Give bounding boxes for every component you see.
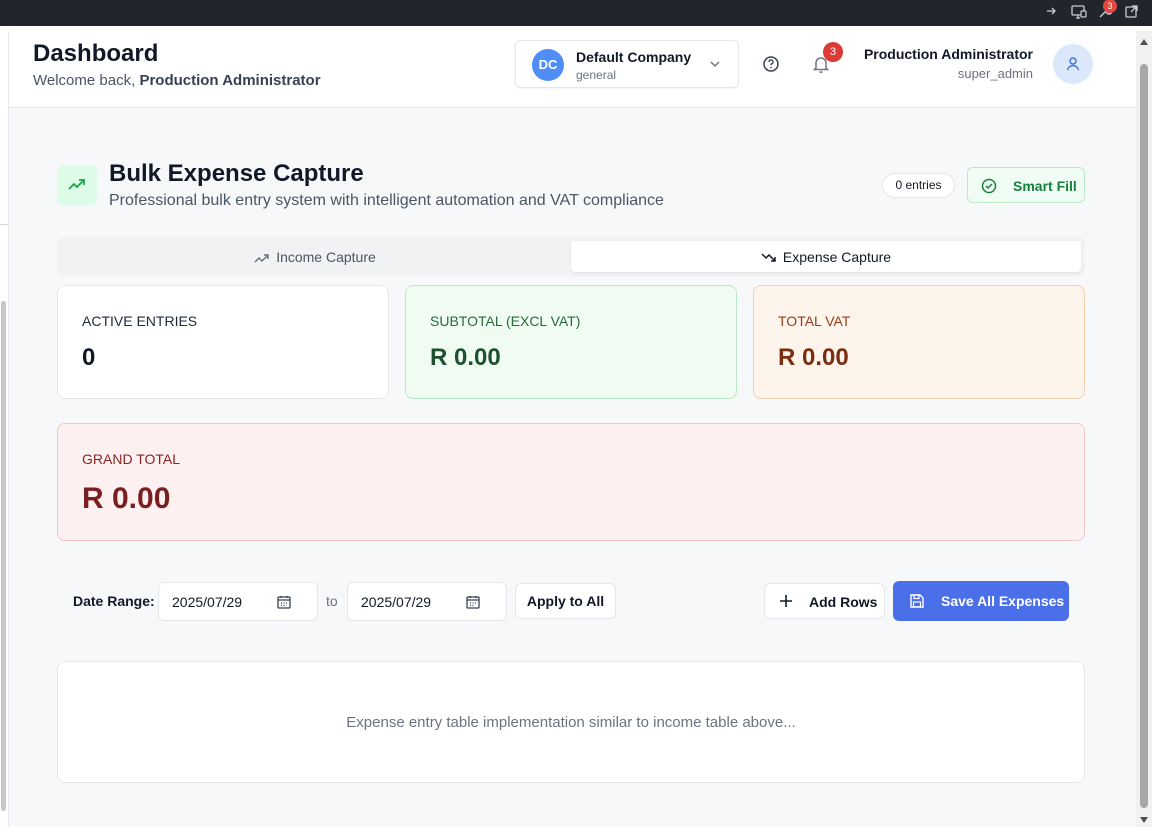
section-icon-box <box>57 165 97 205</box>
section-subtitle: Professional bulk entry system with inte… <box>109 192 664 209</box>
date-from-value: 2025/07/29 <box>172 594 243 610</box>
trending-down-icon <box>761 253 776 262</box>
date-range-label: Date Range: <box>73 593 155 609</box>
external-link-icon[interactable] <box>1123 5 1139 21</box>
calendar-icon[interactable] <box>277 595 291 609</box>
arrow-right-icon[interactable] <box>1043 5 1059 21</box>
smart-fill-label: Smart Fill <box>1013 178 1077 194</box>
sidebar-scrollbar[interactable] <box>1 301 6 811</box>
tab-expense-label: Expense Capture <box>782 249 892 265</box>
welcome-message: Welcome back, Production Administrator <box>33 72 321 89</box>
add-rows-label: Add Rows <box>809 594 878 610</box>
grand-total-card: GRAND TOTAL R 0.00 <box>57 423 1085 541</box>
page-title: Dashboard <box>33 40 159 67</box>
tab-income-label: Income Capture <box>276 249 376 265</box>
extension-badge: 3 <box>1103 0 1117 13</box>
table-placeholder-text: Expense entry table implementation simil… <box>346 714 796 731</box>
browser-toolbar: 3 <box>0 0 1152 26</box>
subtotal-value: R 0.00 <box>430 344 501 371</box>
total-vat-value: R 0.00 <box>778 344 849 371</box>
user-role: super_admin <box>957 66 1033 81</box>
company-selector[interactable]: DC Default Company general <box>515 40 739 88</box>
grand-total-label: GRAND TOTAL <box>82 451 181 467</box>
company-name: Default Company <box>576 49 692 65</box>
smart-fill-button[interactable]: Smart Fill <box>967 167 1085 203</box>
company-avatar: DC <box>532 49 564 81</box>
calendar-icon[interactable] <box>466 595 480 609</box>
apply-to-all-button[interactable]: Apply to All <box>515 583 616 619</box>
plus-icon <box>780 595 792 607</box>
save-all-label: Save All Expenses <box>941 593 1065 609</box>
active-entries-card: ACTIVE ENTRIES 0 <box>57 285 389 399</box>
active-entries-label: ACTIVE ENTRIES <box>82 313 198 329</box>
expense-table-card: Expense entry table implementation simil… <box>57 661 1085 783</box>
user-name: Production Administrator <box>863 46 1033 62</box>
screen-cast-icon[interactable] <box>1071 5 1087 21</box>
add-rows-button[interactable]: Add Rows <box>764 583 885 619</box>
total-vat-label: TOTAL VAT <box>778 313 851 329</box>
help-icon[interactable] <box>762 55 780 73</box>
date-from-input[interactable]: 2025/07/29 <box>158 582 318 621</box>
section-title: Bulk Expense Capture <box>109 160 364 187</box>
trending-up-icon <box>68 179 85 190</box>
company-type: general <box>576 68 617 82</box>
date-to-label: to <box>326 593 338 609</box>
total-vat-card: TOTAL VAT R 0.00 <box>753 285 1085 399</box>
tab-income-capture[interactable]: Income Capture <box>61 241 569 272</box>
welcome-prefix: Welcome back, <box>33 72 136 89</box>
welcome-name: Production Administrator <box>139 72 321 89</box>
user-icon <box>1066 57 1080 71</box>
subtotal-label: SUBTOTAL (EXCL VAT) <box>430 313 581 329</box>
sidebar-edge <box>0 31 9 827</box>
date-to-input[interactable]: 2025/07/29 <box>347 582 507 621</box>
top-header: Dashboard Welcome back, Production Admin… <box>9 31 1136 108</box>
check-circle-icon <box>981 178 997 194</box>
save-icon <box>910 594 924 608</box>
tab-expense-capture[interactable]: Expense Capture <box>571 241 1081 272</box>
scroll-down-arrow[interactable] <box>1140 817 1148 823</box>
entries-count-badge: 0 entries <box>882 173 955 198</box>
capture-tabs: Income Capture Expense Capture <box>57 237 1085 276</box>
trending-up-icon <box>254 254 269 263</box>
subtotal-card: SUBTOTAL (EXCL VAT) R 0.00 <box>405 285 737 399</box>
sidebar-divider <box>0 224 8 225</box>
grand-total-value: R 0.00 <box>82 482 171 515</box>
page-scrollbar[interactable] <box>1136 31 1152 827</box>
chevron-down-icon <box>710 61 720 68</box>
notification-badge: 3 <box>823 42 843 62</box>
save-all-expenses-button[interactable]: Save All Expenses <box>893 581 1069 621</box>
date-to-value: 2025/07/29 <box>361 594 432 610</box>
active-entries-value: 0 <box>82 344 96 371</box>
scrollbar-thumb[interactable] <box>1140 64 1148 808</box>
avatar[interactable] <box>1053 44 1093 84</box>
scroll-up-arrow[interactable] <box>1140 39 1148 45</box>
